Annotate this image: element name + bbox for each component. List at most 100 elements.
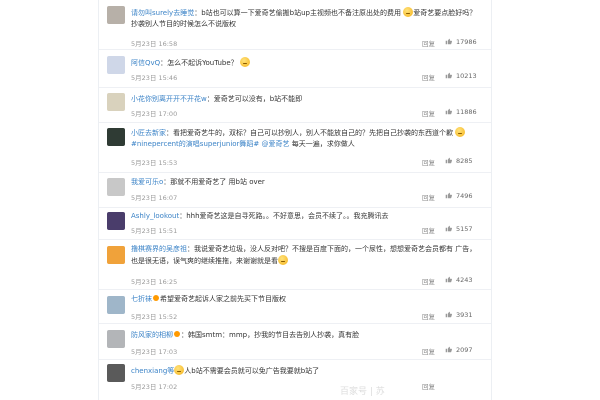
reply-button[interactable]: 回复 — [422, 38, 435, 48]
like-count: 3931 — [456, 311, 473, 319]
like-button[interactable]: 7496 — [445, 192, 473, 200]
comment-body: ：看把爱奇艺牛的，双标？自己可以抄别人，别人不能放自己的？先把自己抄袭的东西道个… — [166, 129, 453, 137]
avatar[interactable] — [107, 212, 125, 230]
comment-body: ：我说爱奇艺垃圾，没人反对吧？不搜是百度下面的，一个尿性，想想爱奇艺会员都有 — [187, 245, 453, 253]
comment-item: 我爱可乐o：那就不用爱奇艺了 用b站 over 5月23日 16:07 回复 7… — [99, 173, 491, 208]
comment-item: Ashly_lookout：hhh爱奇艺这是自寻死路。。不好意思，会员不续了。。… — [99, 208, 491, 240]
comment-text: 我爱可乐o：那就不用爱奇艺了 用b站 over — [131, 177, 481, 188]
comment-time: 5月23日 15:53 — [131, 159, 178, 167]
avatar[interactable] — [107, 364, 125, 382]
thumbs-up-icon — [445, 276, 452, 283]
reply-button[interactable]: 回复 — [422, 311, 435, 321]
like-button[interactable]: 2097 — [445, 346, 473, 354]
comment-body-continued: 每天一遍，求你做人 — [291, 140, 355, 148]
avatar[interactable] — [107, 178, 125, 196]
watermark: 百家号 | 苏 — [340, 387, 385, 397]
like-count: 17986 — [456, 38, 477, 46]
comment-item: 七折袜 希望爱奇艺起诉人家之前先买下节目版权 5月23日 15:52 回复 393… — [99, 290, 491, 324]
comment-body: ：hhh爱奇艺这是自寻死路。。不好意思，会员不续了。。我充腾讯去 — [179, 212, 389, 220]
comment-item: 防风家的相柳 ：韩国smtm：mmp，抄我的节目去告别人抄袭，真有脸 5月23日 … — [99, 324, 491, 360]
comment-username[interactable]: 七折袜 — [131, 295, 152, 303]
comment-username[interactable]: 撸棋赛界的吴彦祖 — [131, 245, 187, 253]
like-count: 11886 — [456, 108, 477, 116]
thumbs-up-icon — [445, 157, 452, 164]
comment-time: 5月23日 17:02 — [131, 383, 178, 391]
like-button[interactable]: 4243 — [445, 276, 473, 284]
like-button[interactable]: 8285 — [445, 157, 473, 165]
smile-emoji-icon — [403, 7, 414, 17]
comment-text: chenxiang等 人b站不需要会员就可以免广告我要就b站了 — [131, 365, 481, 377]
comment-username[interactable]: 阿信QvQ — [131, 59, 160, 67]
comment-item: chenxiang等 人b站不需要会员就可以免广告我要就b站了 5月23日 17:… — [99, 360, 491, 400]
comment-text: 小花你别离开开不开花w：爱奇艺可以没有，b站不能即 — [131, 94, 481, 105]
reply-button[interactable]: 回复 — [422, 346, 435, 356]
like-count: 2097 — [456, 346, 473, 354]
reply-button[interactable]: 回复 — [422, 157, 435, 167]
comment-text: 小匠去新家：看把爱奇艺牛的，双标？自己可以抄别人，别人不能放自己的？先把自己抄袭… — [131, 127, 481, 150]
comment-body: 希望爱奇艺起诉人家之前先买下节目版权 — [160, 295, 286, 303]
thumbs-up-icon — [445, 346, 452, 353]
comment-item: 小花你别离开开不开花w：爱奇艺可以没有，b站不能即 5月23日 17:00 回复… — [99, 88, 491, 123]
topic-hashtag[interactable]: #ninepercent的演唱superjunior舞蹈# @爱奇艺 — [131, 140, 290, 148]
grin-emoji-icon — [239, 57, 250, 67]
comment-time: 5月23日 17:00 — [131, 110, 178, 118]
avatar[interactable] — [107, 56, 125, 74]
comment-body: 人b站不需要会员就可以免广告我要就b站了 — [184, 367, 320, 375]
thumbs-up-icon — [445, 108, 452, 115]
comment-time: 5月23日 17:03 — [131, 348, 178, 356]
reply-button[interactable]: 回复 — [422, 72, 435, 82]
comment-username[interactable]: 我爱可乐o — [131, 178, 163, 186]
like-count: 8285 — [456, 157, 473, 165]
like-count: 7496 — [456, 192, 473, 200]
like-count: 5157 — [456, 225, 473, 233]
comment-username[interactable]: Ashly_lookout — [131, 212, 179, 220]
thumbs-up-icon — [445, 311, 452, 318]
like-button[interactable]: 3931 — [445, 311, 473, 319]
reply-button[interactable]: 回复 — [422, 276, 435, 286]
angry-emoji-icon — [278, 255, 288, 265]
comment-text: 七折袜 希望爱奇艺起诉人家之前先买下节目版权 — [131, 294, 481, 305]
grin-emoji-icon — [174, 365, 185, 375]
comment-body: ：怎么不起诉YouTube？ — [160, 59, 238, 67]
comment-body: ：爱奇艺可以没有，b站不能即 — [206, 95, 303, 103]
vip-badge-icon — [153, 295, 159, 301]
reply-button[interactable]: 回复 — [422, 108, 435, 118]
comment-time: 5月23日 15:51 — [131, 227, 178, 235]
reply-button[interactable]: 回复 — [422, 381, 435, 391]
like-count: 10213 — [456, 72, 477, 80]
reply-button[interactable]: 回复 — [422, 225, 435, 235]
comment-username[interactable]: 小花你别离开开不开花w — [131, 95, 207, 103]
comment-username[interactable]: chenxiang等 — [131, 367, 174, 375]
comment-text: 阿信QvQ：怎么不起诉YouTube？ — [131, 57, 481, 69]
comment-username[interactable]: 小匠去新家 — [131, 129, 166, 137]
avatar[interactable] — [107, 296, 125, 314]
comment-text: 防风家的相柳 ：韩国smtm：mmp，抄我的节目去告别人抄袭，真有脸 — [131, 330, 481, 341]
thumbs-up-icon — [445, 192, 452, 199]
avatar[interactable] — [107, 128, 125, 146]
avatar[interactable] — [107, 6, 125, 24]
comment-username[interactable]: 请勿叫surely去睡觉 — [131, 9, 194, 17]
comment-time: 5月23日 15:46 — [131, 74, 178, 82]
reply-button[interactable]: 回复 — [422, 192, 435, 202]
comment-body: ：b站也可以算一下爱奇艺偷搬b站up主视频也不备注原出处的费用 — [194, 9, 401, 17]
avatar[interactable] — [107, 246, 125, 264]
comment-item: 撸棋赛界的吴彦祖：我说爱奇艺垃圾，没人反对吧？不搜是百度下面的，一个尿性，想想爱… — [99, 240, 491, 290]
avatar[interactable] — [107, 93, 125, 111]
like-button[interactable]: 17986 — [445, 38, 477, 46]
avatar[interactable] — [107, 330, 125, 348]
like-button[interactable]: 10213 — [445, 72, 477, 80]
like-count: 4243 — [456, 276, 473, 284]
like-button[interactable]: 5157 — [445, 225, 473, 233]
comment-time: 5月23日 16:58 — [131, 40, 178, 48]
comment-time: 5月23日 16:07 — [131, 194, 178, 202]
smile-emoji-icon — [455, 127, 466, 137]
comment-username[interactable]: 防风家的相柳 — [131, 331, 173, 339]
like-button[interactable]: 11886 — [445, 108, 477, 116]
thumbs-up-icon — [445, 72, 452, 79]
comment-item: 小匠去新家：看把爱奇艺牛的，双标？自己可以抄别人，别人不能放自己的？先把自己抄袭… — [99, 123, 491, 173]
comment-time: 5月23日 16:25 — [131, 278, 178, 286]
comment-body: ：那就不用爱奇艺了 用b站 over — [163, 178, 265, 186]
comment-feed: 请勿叫surely去睡觉：b站也可以算一下爱奇艺偷搬b站up主视频也不备注原出处… — [98, 0, 492, 400]
comment-time: 5月23日 15:52 — [131, 313, 178, 321]
comment-text: 撸棋赛界的吴彦祖：我说爱奇艺垃圾，没人反对吧？不搜是百度下面的，一个尿性，想想爱… — [131, 244, 481, 267]
